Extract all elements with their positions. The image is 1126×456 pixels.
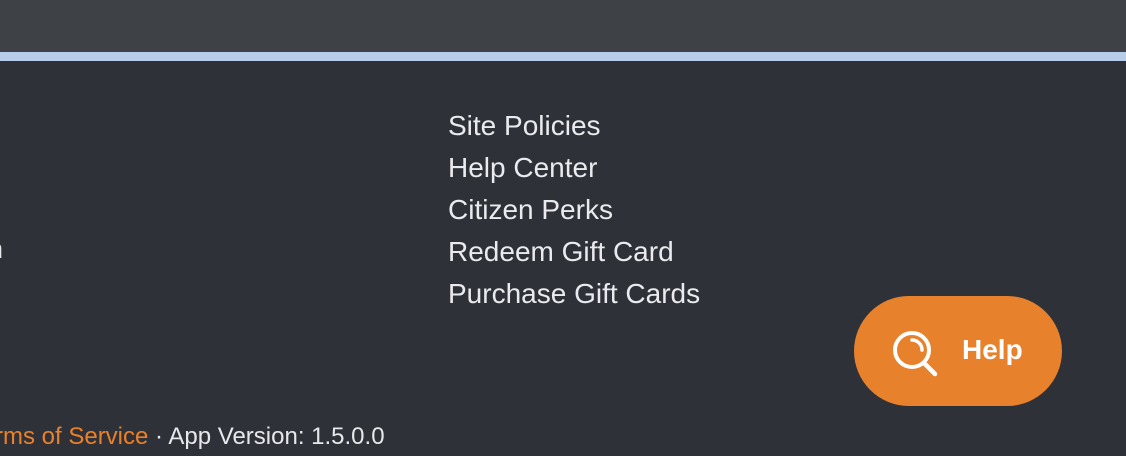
- redeem-gift-card-link[interactable]: Redeem Gift Card: [448, 231, 700, 273]
- citizen-perks-link[interactable]: Citizen Perks: [448, 189, 700, 231]
- help-center-link[interactable]: Help Center: [448, 147, 700, 189]
- footer-links: Site Policies Help Center Citizen Perks …: [448, 105, 700, 315]
- help-button[interactable]: [854, 296, 1062, 406]
- left-column-fragment[interactable]: .: [0, 112, 2, 139]
- search-icon: [890, 329, 938, 377]
- app-version: App Version: 1.5.0.0: [168, 423, 385, 450]
- accent-divider: [0, 52, 1126, 61]
- purchase-gift-cards-link[interactable]: Purchase Gift Cards: [448, 273, 700, 315]
- help-button-label: Help: [962, 334, 1023, 365]
- separator: ·: [148, 423, 169, 450]
- site-policies-link[interactable]: Site Policies: [448, 105, 700, 147]
- left-column-fragment[interactable]: n: [0, 236, 3, 263]
- terms-of-service-link[interactable]: rms of Service: [0, 423, 148, 450]
- footer-bottom-line: rms of Service · App Version: 1.5.0.0: [0, 421, 385, 453]
- top-bar: [0, 0, 1126, 52]
